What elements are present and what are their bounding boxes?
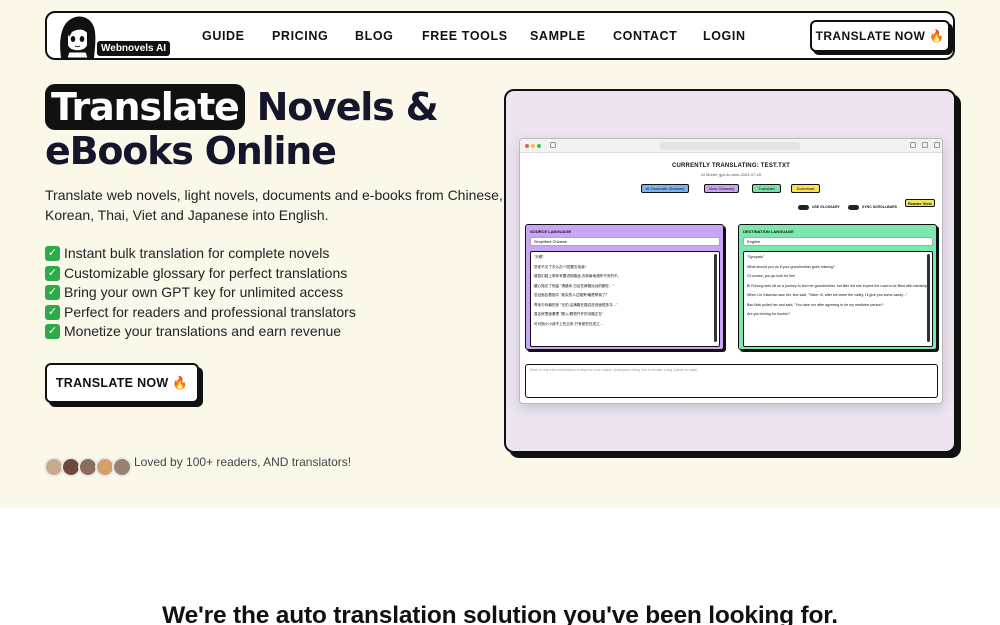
close-dot-icon bbox=[525, 144, 529, 148]
browser-window: CURRENTLY TRANSLATING: TEST.TXT AI Model… bbox=[519, 138, 943, 404]
anime-girl-icon bbox=[60, 16, 96, 58]
destination-language-select[interactable]: English bbox=[743, 237, 933, 246]
hero-translate-now-button[interactable]: TRANSLATE NOW 🔥 bbox=[45, 363, 199, 403]
new-tab-icon bbox=[922, 142, 928, 148]
logo[interactable]: Webnovels AI bbox=[53, 15, 171, 58]
minimize-dot-icon bbox=[531, 144, 535, 148]
source-panel: SOURCE LANGUAGE Simplified Chinese "天眼" … bbox=[525, 224, 724, 350]
browser-toolbar bbox=[520, 139, 942, 153]
nav-link-guide[interactable]: GUIDE bbox=[202, 29, 245, 43]
feature-item: ✓ Instant bulk translation for complete n… bbox=[45, 244, 356, 264]
share-icon bbox=[910, 142, 916, 148]
source-panel-title: SOURCE LANGUAGE bbox=[530, 229, 572, 234]
feature-item: ✓ Monetize your translations and earn rev… bbox=[45, 322, 356, 342]
address-bar bbox=[660, 142, 800, 150]
feature-item: ✓ Customizable glossary for perfect trans… bbox=[45, 264, 356, 284]
destination-panel-title: DESTINATION LANGUAGE bbox=[743, 229, 794, 234]
headline-line2: eBooks Online bbox=[45, 129, 337, 173]
view-glossary-button[interactable]: View Glossary bbox=[704, 184, 739, 193]
use-glossary-toggle[interactable] bbox=[798, 205, 809, 210]
tabs-icon bbox=[934, 142, 940, 148]
navbar: Webnovels AI GUIDE PRICING BLOG FREE TOO… bbox=[45, 11, 955, 60]
headline-highlight: Translate bbox=[45, 84, 245, 130]
feature-item: ✓ Bring your own GPT key for unlimited ac… bbox=[45, 283, 356, 303]
feature-item: ✓ Perfect for readers and professional tr… bbox=[45, 303, 356, 323]
avatar bbox=[112, 457, 132, 477]
nav-link-free-tools[interactable]: FREE TOOLS bbox=[422, 29, 508, 43]
hero-subtitle: Translate web novels, light novels, docu… bbox=[45, 187, 503, 223]
page-title: Translate Novels & eBooks Online bbox=[45, 84, 505, 172]
feature-list: ✓ Instant bulk translation for complete n… bbox=[45, 244, 356, 342]
translate-button[interactable]: Translate bbox=[752, 184, 781, 193]
scrollbar[interactable] bbox=[714, 254, 717, 342]
download-button[interactable]: Download bbox=[791, 184, 820, 193]
nav-link-blog[interactable]: BLOG bbox=[355, 29, 394, 43]
use-glossary-label: USE GLOSSARY bbox=[812, 205, 840, 209]
translating-title: CURRENTLY TRANSLATING: TEST.TXT bbox=[671, 163, 791, 169]
section-heading: We're the auto translation solution you'… bbox=[162, 602, 838, 625]
source-language-select[interactable]: Simplified Chinese bbox=[530, 237, 720, 246]
checkmark-icon: ✓ bbox=[45, 304, 60, 320]
headline-rest: Novels & bbox=[256, 85, 439, 129]
destination-panel: DESTINATION LANGUAGE English "Synopsis" … bbox=[738, 224, 937, 350]
nav-link-login[interactable]: LOGIN bbox=[703, 29, 746, 43]
generate-glossary-button[interactable]: AI Generate Glossary bbox=[641, 184, 689, 193]
sync-scrollbars-label: SYNC SCROLLBARS bbox=[862, 205, 898, 209]
checkmark-icon: ✓ bbox=[45, 246, 60, 262]
hero-section: Webnovels AI GUIDE PRICING BLOG FREE TOO… bbox=[0, 0, 1000, 508]
destination-text-area[interactable]: "Synopsis" What should you do if your gr… bbox=[743, 251, 933, 347]
notes-input[interactable]: Enter in any extra information to improv… bbox=[525, 364, 938, 398]
scrollbar[interactable] bbox=[927, 254, 930, 342]
nav-link-sample[interactable]: SAMPLE bbox=[530, 29, 586, 43]
nav-link-contact[interactable]: CONTACT bbox=[613, 29, 677, 43]
product-screenshot: CURRENTLY TRANSLATING: TEST.TXT AI Model… bbox=[504, 89, 956, 453]
sync-scrollbars-toggle[interactable] bbox=[848, 205, 859, 210]
social-proof-text: Loved by 100+ readers, AND translators! bbox=[134, 455, 352, 469]
checkmark-icon: ✓ bbox=[45, 265, 60, 281]
checkmark-icon: ✓ bbox=[45, 285, 60, 301]
brand-name: Webnovels AI bbox=[97, 41, 171, 56]
model-label: AI Model: gpt-4o-mini-2024-07-18 bbox=[701, 172, 761, 177]
reader-view-button[interactable]: Reader View bbox=[905, 199, 935, 207]
nav-link-pricing[interactable]: PRICING bbox=[272, 29, 328, 43]
maximize-dot-icon bbox=[537, 144, 541, 148]
nav-translate-now-button[interactable]: TRANSLATE NOW 🔥 bbox=[810, 20, 950, 52]
source-text-area[interactable]: "天眼" 您老不见了去么办?!!您要去找我! 楼智幻越上带你来要进到路途,去和南… bbox=[530, 251, 720, 347]
checkmark-icon: ✓ bbox=[45, 324, 60, 340]
sidebar-icon bbox=[550, 142, 556, 148]
